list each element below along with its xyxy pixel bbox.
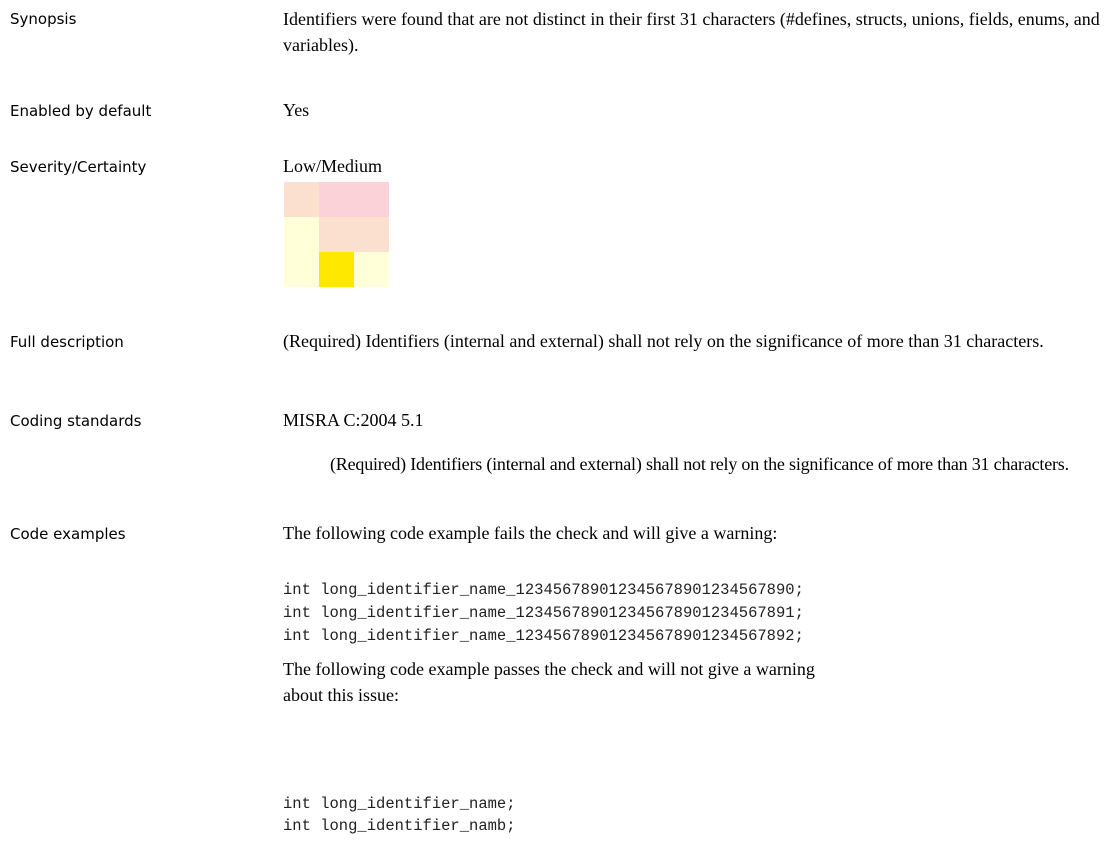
matrix-cell bbox=[319, 217, 354, 252]
fail-code-line: int long_identifier_name_123456789012345… bbox=[283, 581, 804, 599]
matrix-cell bbox=[354, 252, 389, 287]
synopsis-label: Synopsis bbox=[10, 10, 77, 28]
fail-example-intro: The following code example fails the che… bbox=[283, 523, 778, 543]
matrix-cell-highlight bbox=[319, 252, 354, 287]
pass-code-line: int long_identifier_namb; bbox=[283, 817, 516, 835]
pass-code-line: int long_identifier_name; bbox=[283, 795, 516, 813]
coding-standard-rule-text: (Required) Identifiers (internal and ext… bbox=[330, 454, 1069, 474]
matrix-cell bbox=[319, 182, 354, 217]
full-description-text: (Required) Identifiers (internal and ext… bbox=[283, 331, 1044, 351]
pass-example-intro: The following code example passes the ch… bbox=[283, 659, 815, 705]
matrix-cell bbox=[354, 182, 389, 217]
fail-code-line: int long_identifier_name_123456789012345… bbox=[283, 604, 804, 622]
enabled-by-default-value: Yes bbox=[283, 100, 310, 120]
matrix-cell bbox=[284, 252, 319, 287]
enabled-by-default-label: Enabled by default bbox=[10, 102, 152, 120]
full-description-label: Full description bbox=[10, 333, 124, 351]
severity-certainty-value: Low/Medium bbox=[283, 156, 382, 176]
code-examples-label: Code examples bbox=[10, 525, 126, 543]
synopsis-text: Identifiers were found that are not dist… bbox=[283, 9, 1100, 55]
coding-standard-name: MISRA C:2004 5.1 bbox=[283, 410, 424, 430]
matrix-cell bbox=[284, 217, 319, 252]
severity-certainty-label: Severity/Certainty bbox=[10, 158, 147, 176]
matrix-cell bbox=[354, 217, 389, 252]
coding-standards-label: Coding standards bbox=[10, 412, 142, 430]
fail-code-line: int long_identifier_name_123456789012345… bbox=[283, 627, 804, 645]
matrix-cell bbox=[284, 182, 319, 217]
severity-certainty-matrix bbox=[284, 182, 389, 287]
